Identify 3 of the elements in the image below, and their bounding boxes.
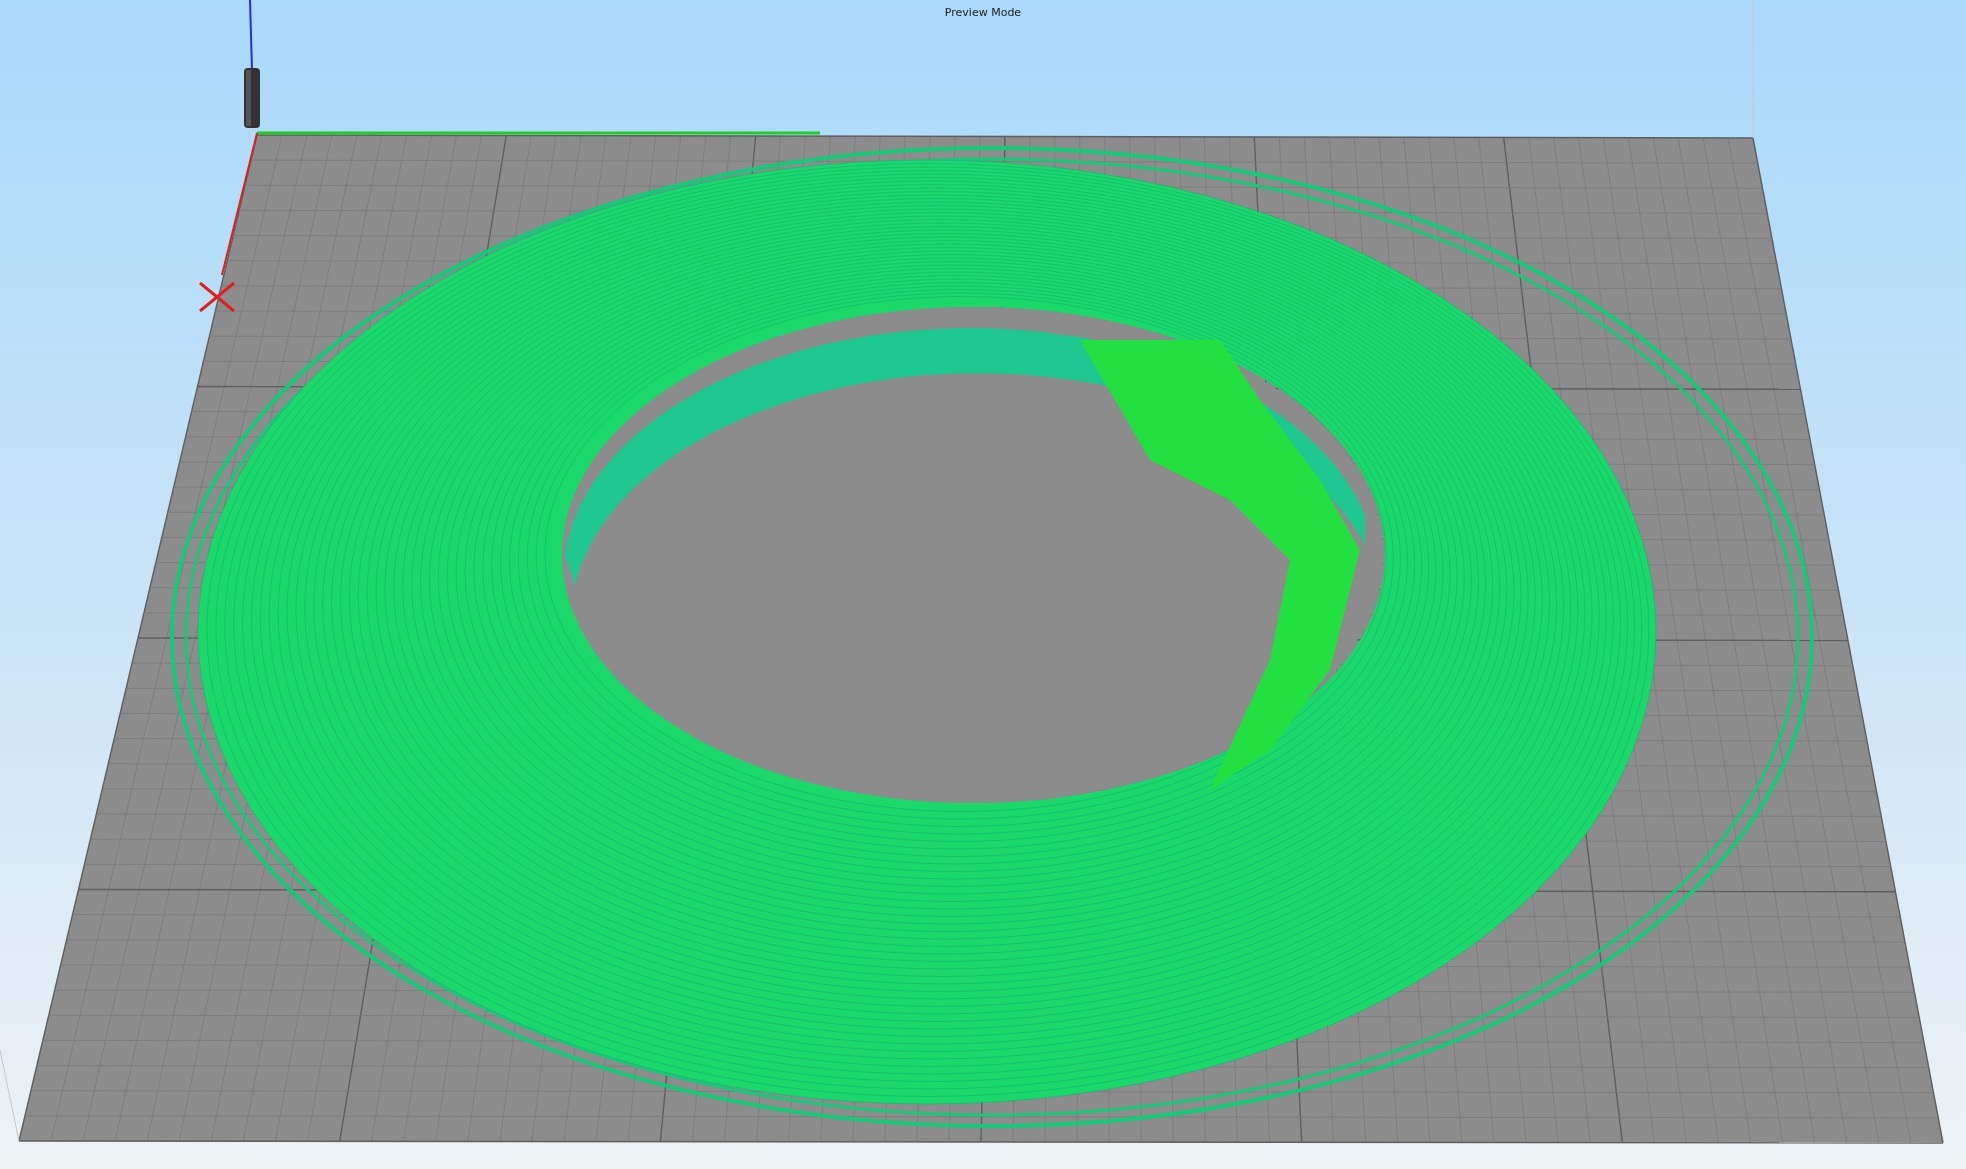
x-marker-icon xyxy=(199,281,235,313)
nozzle-icon xyxy=(244,68,260,128)
mode-label: Preview Mode xyxy=(944,6,1022,19)
